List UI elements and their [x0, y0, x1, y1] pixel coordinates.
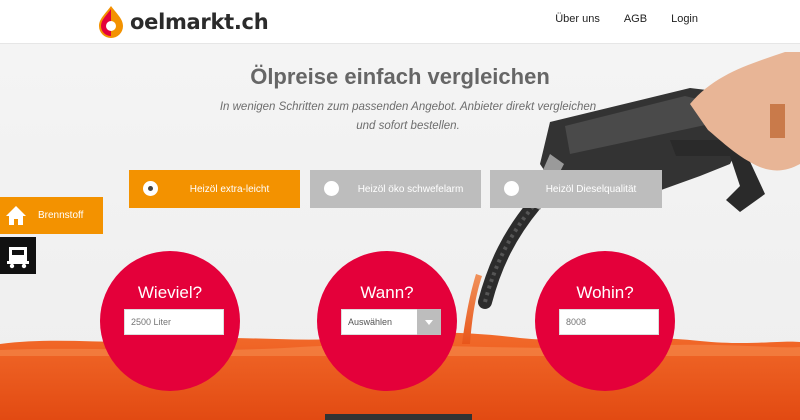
tab-heizoel-extra-leicht[interactable]: Heizöl extra-leicht — [129, 170, 300, 208]
sidebar-item-brennstoff[interactable]: Brennstoff — [0, 197, 103, 234]
radio-unselected-icon[interactable] — [324, 181, 339, 196]
logo-text: oelmarkt.ch — [130, 10, 269, 34]
tab-heizoel-oeko-schwefelarm[interactable]: Heizöl öko schwefelarm — [310, 170, 481, 208]
tab-heizoel-dieselqualitaet[interactable]: Heizöl Dieselqualität — [490, 170, 662, 208]
quantity-title: Wieviel? — [137, 283, 203, 302]
submit-button-edge[interactable] — [325, 414, 472, 420]
chevron-down-icon[interactable] — [417, 309, 441, 335]
radio-unselected-icon[interactable] — [504, 181, 519, 196]
date-circle: Wann? Auswählen — [317, 251, 457, 391]
hero-title: Ölpreise einfach vergleichen — [250, 64, 550, 89]
logo[interactable]: oelmarkt.ch — [97, 4, 269, 40]
sidebar-item-delivery[interactable] — [0, 237, 36, 274]
location-input[interactable] — [559, 309, 659, 335]
nav-agb[interactable]: AGB — [624, 13, 647, 25]
nav-about[interactable]: Über uns — [555, 13, 600, 25]
house-icon — [0, 197, 32, 234]
flame-drop-icon — [99, 6, 123, 38]
location-title: Wohin? — [576, 283, 634, 302]
date-title: Wann? — [360, 283, 414, 302]
site-header: oelmarkt.ch Über uns AGB Login — [0, 0, 800, 44]
sidebar-item-label: Brennstoff — [38, 210, 84, 221]
location-circle: Wohin? — [535, 251, 675, 391]
radio-selected-icon[interactable] — [143, 181, 158, 196]
quantity-input[interactable] — [124, 309, 224, 335]
main-nav: Über uns AGB Login — [555, 13, 698, 25]
quantity-circle: Wieviel? — [100, 251, 240, 391]
truck-icon — [7, 247, 29, 269]
nav-login[interactable]: Login — [671, 13, 698, 25]
hero-subtitle: In wenigen Schritten zum passenden Angeb… — [219, 101, 597, 132]
hero-section: Ölpreise einfach vergleichen In wenigen … — [0, 44, 800, 420]
